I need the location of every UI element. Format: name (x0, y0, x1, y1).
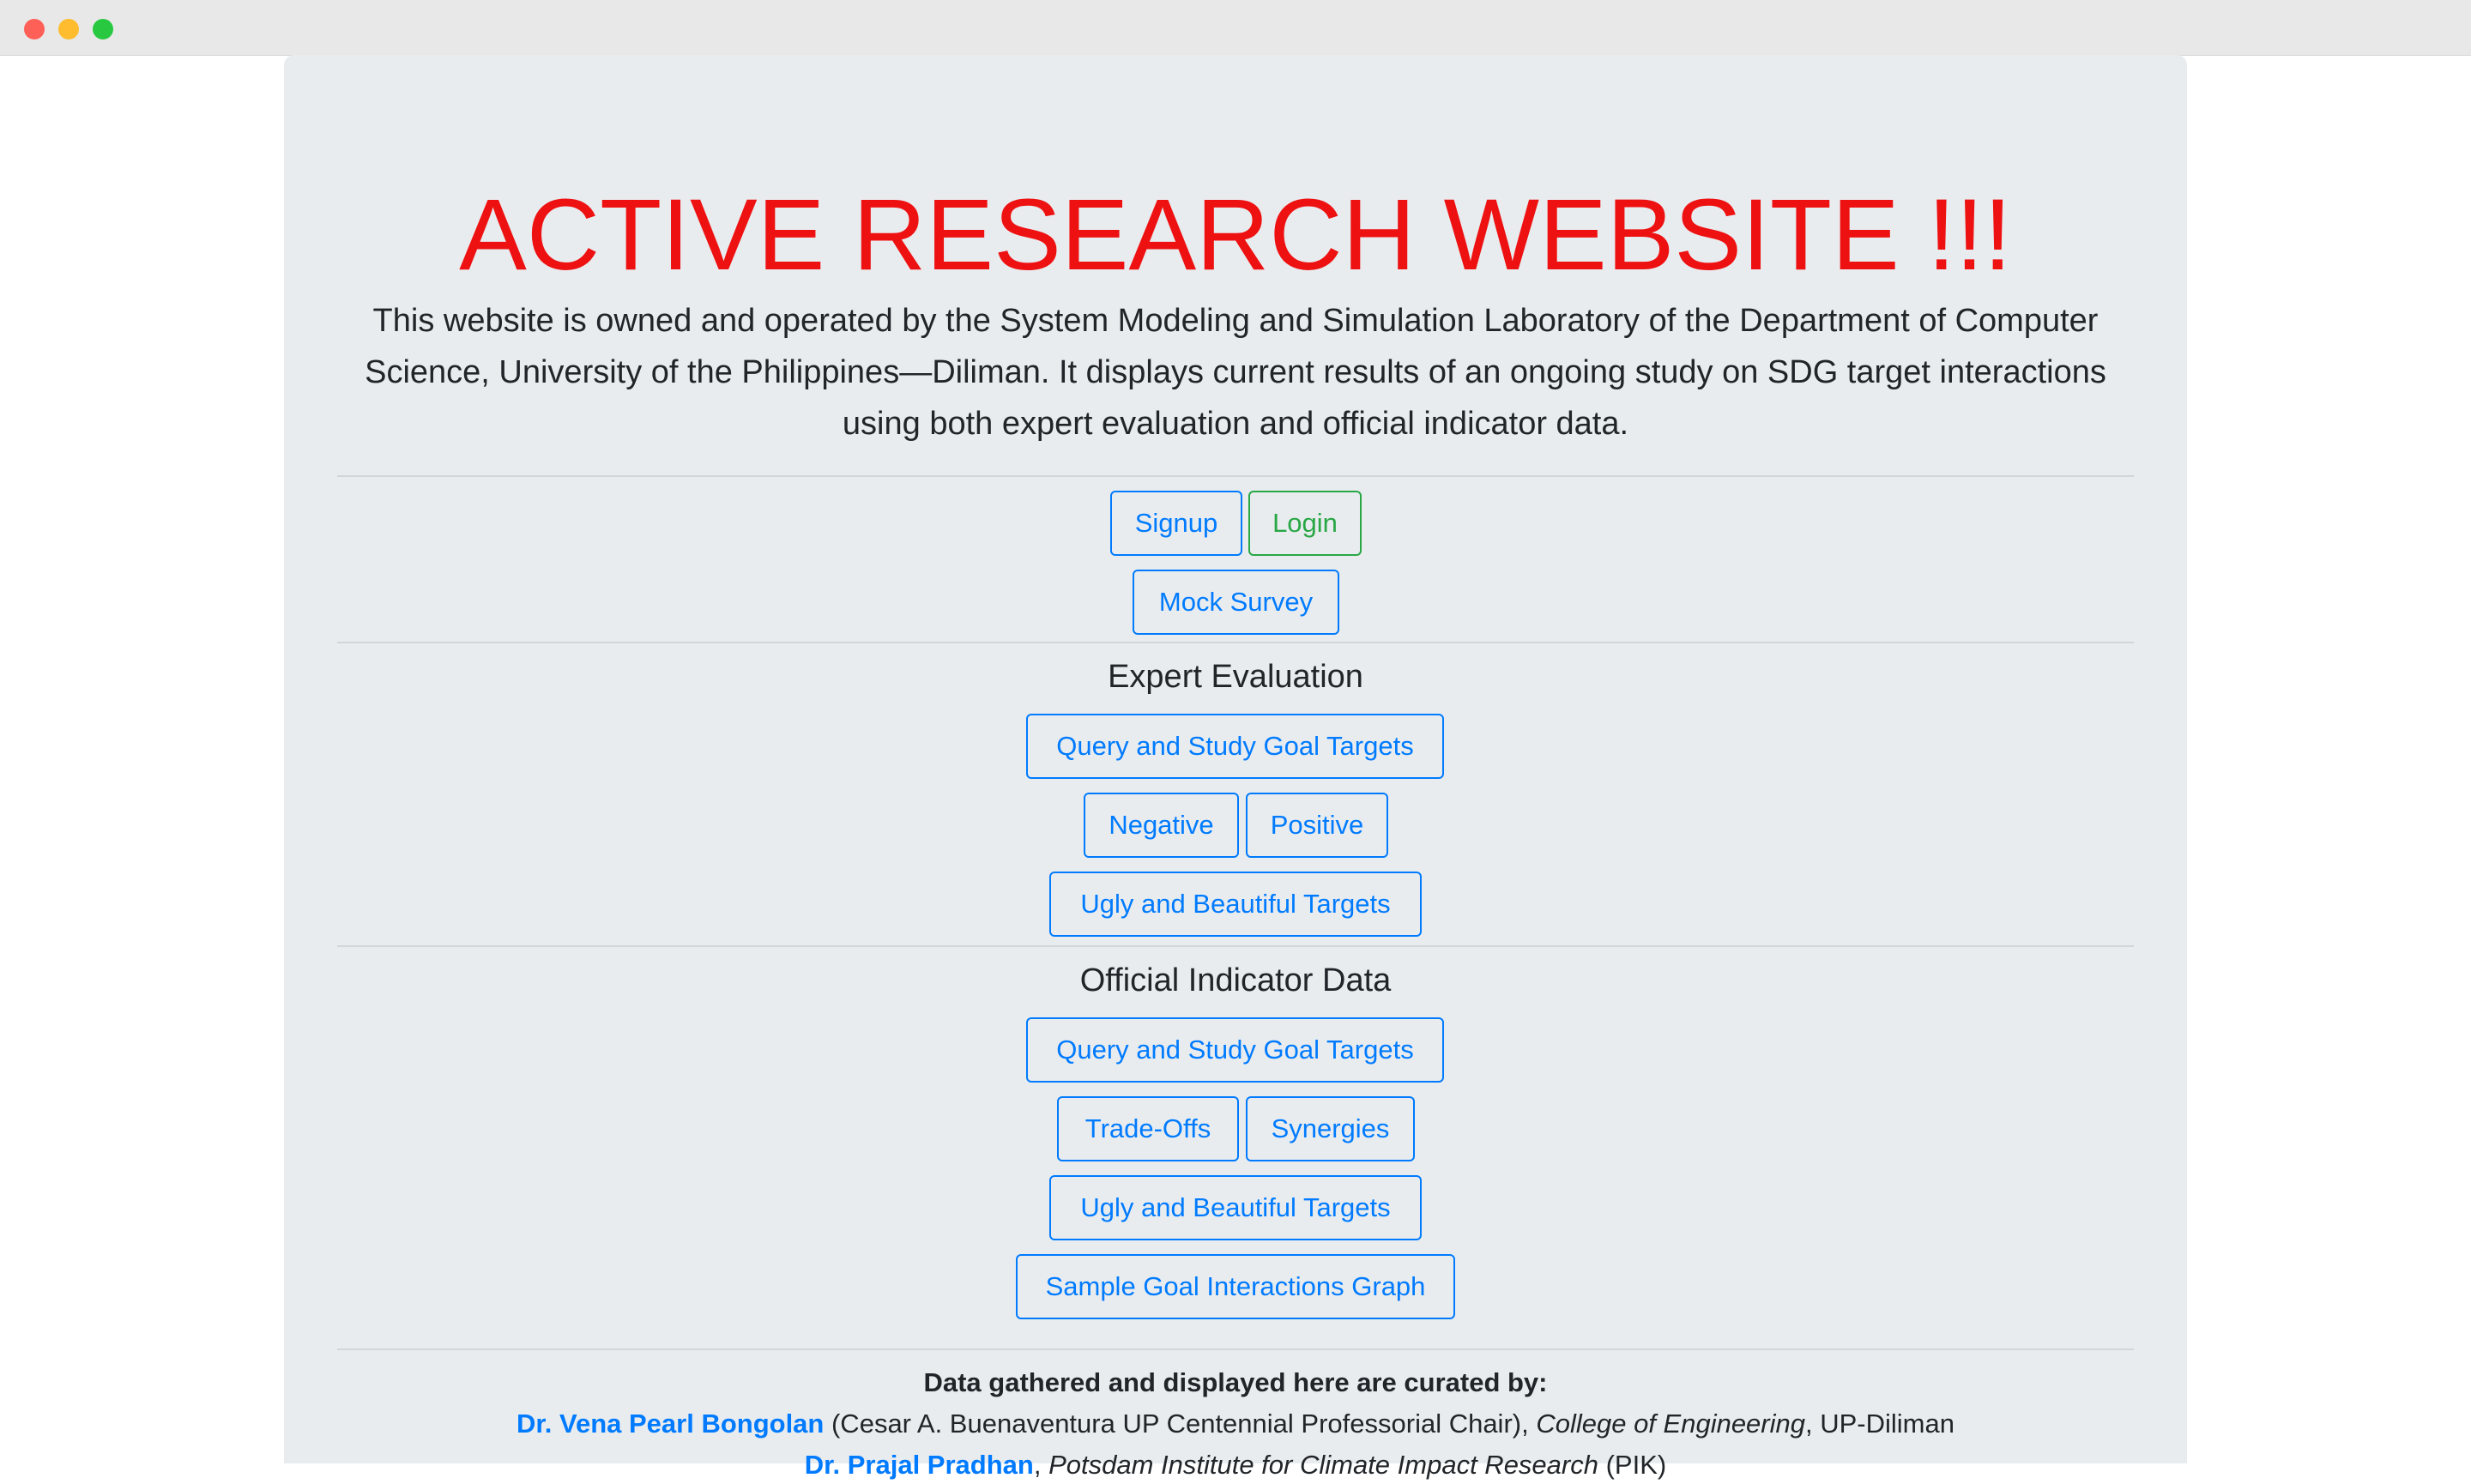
negative-button[interactable]: Negative (1084, 793, 1239, 858)
page-title: ACTIVE RESEARCH WEBSITE !!! (459, 178, 2012, 292)
official-indicator-heading: Official Indicator Data (1079, 962, 1392, 998)
login-button[interactable]: Login (1248, 491, 1362, 556)
minimize-window-icon[interactable] (58, 19, 79, 39)
curator-link[interactable]: Dr. Vena Pearl Bongolan (517, 1409, 824, 1439)
site-description: This website is owned and operated by th… (365, 303, 2106, 442)
synergies-button[interactable]: Synergies (1246, 1096, 1415, 1161)
divider (337, 475, 2134, 477)
curator-line: Dr. Vena Pearl Bongolan (Cesar A. Buenav… (284, 1405, 2187, 1443)
expert-ugly-beautiful-button[interactable]: Ugly and Beautiful Targets (1049, 872, 1422, 937)
window-titlebar (0, 0, 2471, 56)
curated-by-heading: Data gathered and displayed here are cur… (923, 1367, 1548, 1397)
divider (337, 945, 2134, 947)
curator-line: Dr. Prajal Pradhan, Potsdam Institute fo… (284, 1446, 2187, 1484)
divider (337, 1348, 2134, 1350)
signup-button[interactable]: Signup (1110, 491, 1242, 556)
curator-campus: , UP-Diliman (1805, 1409, 1954, 1439)
positive-button[interactable]: Positive (1246, 793, 1388, 858)
curator-institute: Potsdam Institute for Climate Impact Res… (1048, 1450, 1598, 1480)
mock-survey-button[interactable]: Mock Survey (1133, 570, 1339, 635)
maximize-window-icon[interactable] (93, 19, 113, 39)
curator-link[interactable]: Dr. Prajal Pradhan (805, 1450, 1034, 1480)
trade-offs-button[interactable]: Trade-Offs (1057, 1096, 1239, 1161)
close-window-icon[interactable] (24, 19, 45, 39)
official-query-targets-button[interactable]: Query and Study Goal Targets (1026, 1017, 1444, 1083)
divider (337, 642, 2134, 643)
expert-evaluation-heading: Expert Evaluation (1108, 659, 1363, 695)
jumbotron-panel: ACTIVE RESEARCH WEBSITE !!! This website… (284, 55, 2187, 1480)
official-ugly-beautiful-button[interactable]: Ugly and Beautiful Targets (1049, 1175, 1422, 1240)
curator-abbr: (PIK) (1598, 1450, 1667, 1480)
curator-role: (Cesar A. Buenaventura UP Centennial Pro… (824, 1409, 1537, 1439)
curator-college: College of Engineering (1536, 1409, 1805, 1439)
curator-separator: , (1033, 1450, 1049, 1480)
sample-graph-button[interactable]: Sample Goal Interactions Graph (1016, 1254, 1455, 1319)
expert-query-targets-button[interactable]: Query and Study Goal Targets (1026, 714, 1444, 779)
